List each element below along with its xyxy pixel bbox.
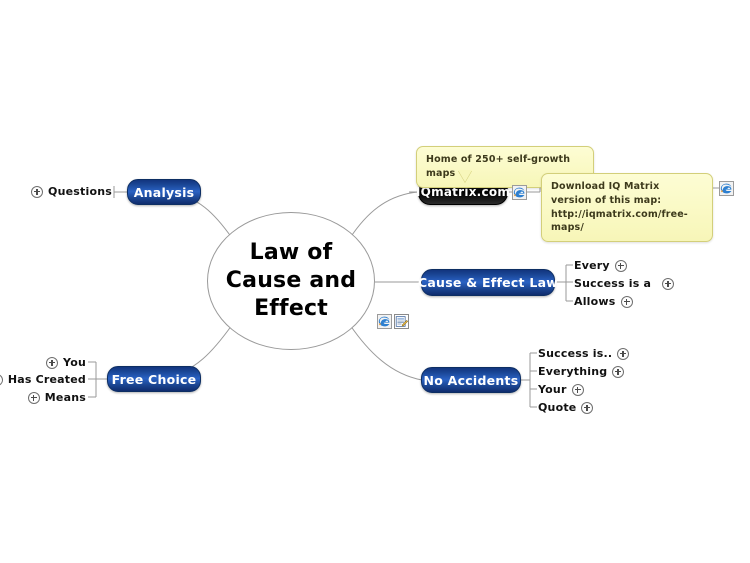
leaf-means-label: Means xyxy=(44,391,86,404)
leaf-allows[interactable]: Allows xyxy=(574,295,633,308)
node-analysis[interactable]: Analysis xyxy=(127,179,201,205)
leaf-has-created[interactable]: Has Created xyxy=(0,373,86,386)
node-no-accidents[interactable]: No Accidents xyxy=(421,367,521,393)
leaf-quote[interactable]: Quote xyxy=(538,401,594,414)
root-label-line-3: Effect xyxy=(254,296,328,322)
root-label-line-1: Law of xyxy=(249,239,333,265)
leaf-quote-label: Quote xyxy=(538,401,577,414)
expand-plus-icon[interactable] xyxy=(31,185,44,198)
leaf-success-is-a-label: Success is a xyxy=(574,277,652,290)
leaf-every-label: Every xyxy=(574,259,610,272)
leaf-you-label: You xyxy=(63,356,86,369)
leaf-means[interactable]: Means xyxy=(0,391,86,404)
internet-explorer-icon[interactable] xyxy=(512,185,527,200)
node-free-choice[interactable]: Free Choice xyxy=(107,366,201,392)
leaf-questions[interactable]: Questions xyxy=(0,185,112,198)
leaf-every[interactable]: Every xyxy=(574,259,627,272)
expand-plus-icon[interactable] xyxy=(620,295,633,308)
note-icon[interactable] xyxy=(394,314,409,329)
node-cause-effect-law[interactable]: Cause & Effect Law xyxy=(417,269,559,296)
expand-plus-icon[interactable] xyxy=(612,365,625,378)
expand-plus-icon[interactable] xyxy=(571,383,584,396)
leaf-allows-label: Allows xyxy=(574,295,616,308)
leaf-has-created-label: Has Created xyxy=(7,373,86,386)
leaf-your-label: Your xyxy=(538,383,567,396)
leaf-your[interactable]: Your xyxy=(538,383,584,396)
leaf-questions-label: Questions xyxy=(48,185,112,198)
node-analysis-label: Analysis xyxy=(133,184,195,200)
node-cause-effect-law-label: Cause & Effect Law xyxy=(417,275,559,290)
internet-explorer-icon[interactable] xyxy=(377,314,392,329)
node-no-accidents-label: No Accidents xyxy=(423,372,519,388)
expand-plus-icon[interactable] xyxy=(614,259,627,272)
leaf-success-is-a[interactable]: Success is a xyxy=(574,277,675,290)
leaf-everything[interactable]: Everything xyxy=(538,365,625,378)
callout-tail xyxy=(458,170,472,182)
expand-plus-icon[interactable] xyxy=(617,347,630,360)
expand-plus-icon[interactable] xyxy=(662,277,675,290)
root-node[interactable]: Law of Cause and Effect xyxy=(207,212,375,350)
leaf-everything-label: Everything xyxy=(538,365,608,378)
expand-plus-icon[interactable] xyxy=(581,401,594,414)
leaf-you[interactable]: You xyxy=(0,356,86,369)
leaf-success-is[interactable]: Success is.. xyxy=(538,347,630,360)
node-free-choice-label: Free Choice xyxy=(111,371,197,387)
callout-download-version[interactable]: Download IQ Matrix version of this map: … xyxy=(541,173,713,243)
expand-plus-icon[interactable] xyxy=(27,391,40,404)
expand-plus-icon[interactable] xyxy=(46,356,59,369)
mindmap-canvas: Law of Cause and Effect Analysis Questio… xyxy=(0,0,750,563)
leaf-success-is-label: Success is.. xyxy=(538,347,613,360)
expand-plus-icon[interactable] xyxy=(0,373,3,386)
callout-download-version-text: Download IQ Matrix version of this map: … xyxy=(551,181,688,234)
internet-explorer-icon[interactable] xyxy=(719,181,734,196)
root-label-line-2: Cause and xyxy=(225,267,357,293)
root-node-label: Law of Cause and Effect xyxy=(226,239,356,323)
